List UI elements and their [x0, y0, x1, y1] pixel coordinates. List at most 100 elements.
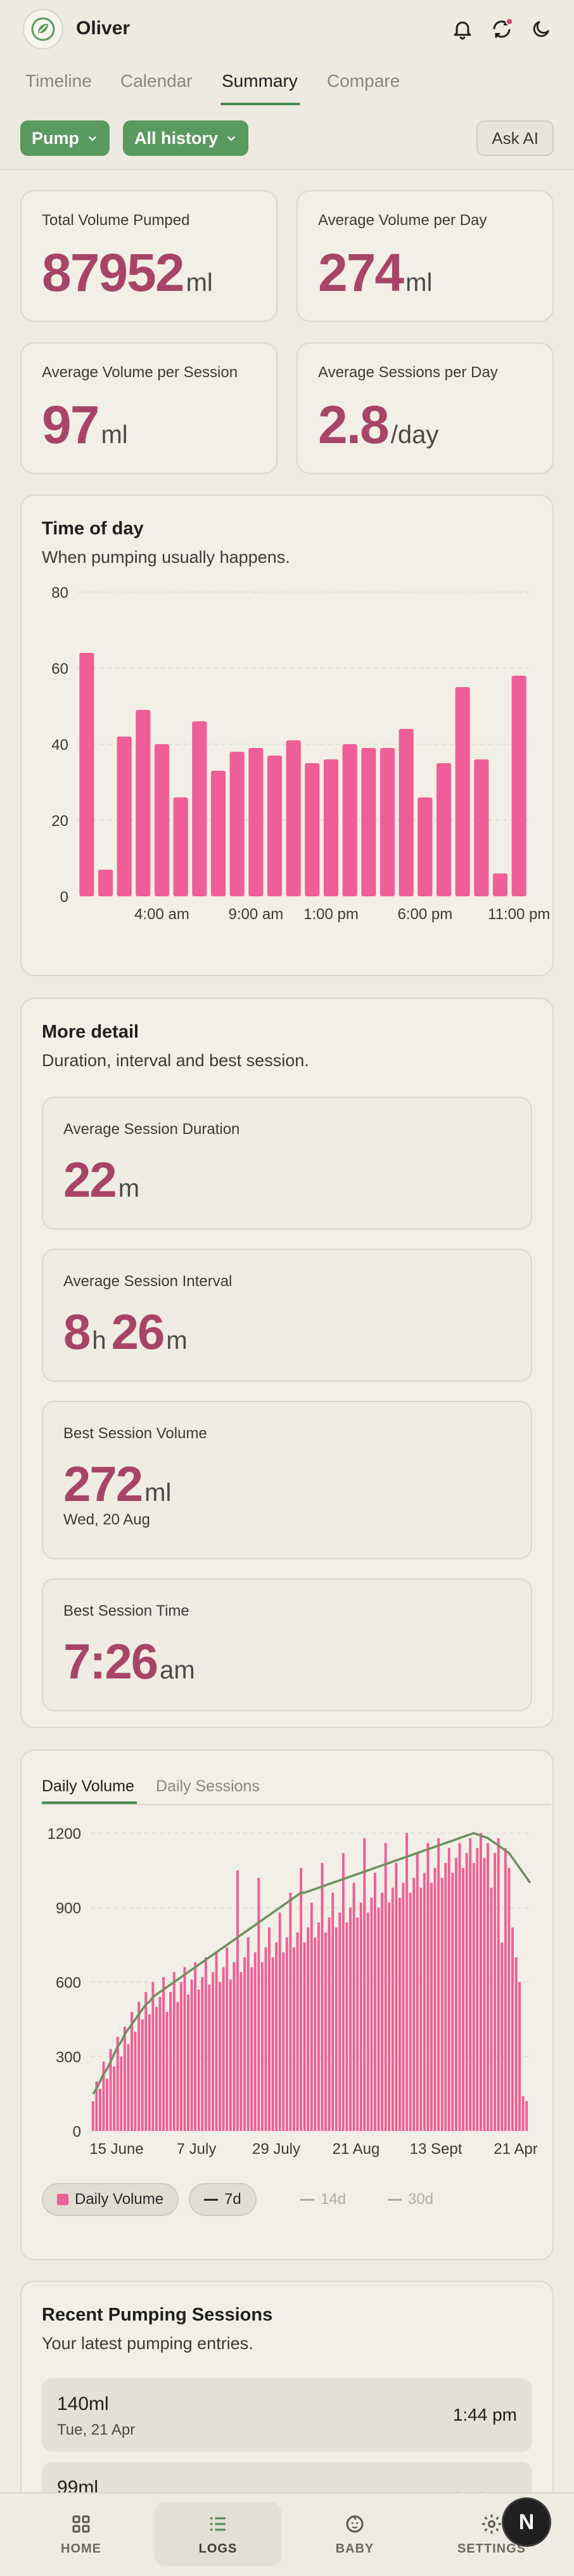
summary-tabs: Timeline Calendar Summary Compare [0, 66, 574, 106]
stat-number: 22 [63, 1152, 117, 1208]
daily-volume-card: Daily Volume Daily Sessions 0 300 600 900 12… [20, 1749, 554, 2260]
x-tick-label: 29 July [252, 2141, 300, 2158]
nav-label: LOGS [198, 2541, 238, 2556]
day-bar [381, 1893, 384, 2131]
y-tick-label: 60 [51, 660, 68, 678]
day-bar [521, 2096, 525, 2131]
hour-bar [210, 771, 226, 896]
day-bar [391, 1888, 394, 2131]
hour-bar [79, 653, 94, 896]
day-bar [331, 1893, 335, 2131]
moon-icon [533, 21, 549, 37]
day-bar [162, 1977, 165, 2131]
day-bar [303, 1942, 306, 2131]
hour-bar [455, 687, 470, 896]
best-time-card: Best Session Time 7:26 am [42, 1578, 532, 1711]
stat-unit: m [166, 1327, 188, 1355]
stat-unit: am [160, 1656, 195, 1684]
x-tick-label: 7 July [177, 2141, 217, 2158]
sync-button[interactable] [487, 14, 517, 44]
day-bar [151, 1982, 155, 2131]
chevron-down-icon [88, 136, 97, 141]
day-bar [447, 1848, 450, 2131]
day-bar [497, 1838, 500, 2131]
day-bar [215, 1952, 218, 2131]
chart-legend: Daily Volume 7d 14d 30d [42, 2183, 551, 2221]
hour-bar [399, 729, 414, 896]
legend-daily-volume[interactable]: Daily Volume [42, 2183, 179, 2216]
ask-ai-button[interactable]: Ask AI [476, 120, 554, 156]
section-subtitle: Your latest pumping entries. [42, 2334, 253, 2353]
stat-label: Best Session Volume [63, 1425, 207, 1442]
tab-summary[interactable]: Summary [222, 71, 298, 91]
tab-daily-volume[interactable]: Daily Volume [42, 1777, 134, 1796]
theme-toggle-button[interactable] [526, 14, 556, 44]
y-tick-label: 0 [73, 2123, 81, 2141]
nav-baby[interactable]: BABY [291, 2502, 418, 2566]
day-bar [98, 2089, 101, 2131]
day-bar [370, 1897, 373, 2131]
grid-icon [72, 2515, 90, 2532]
day-bar [148, 2014, 151, 2131]
day-bar [268, 1927, 271, 2131]
line-swatch [388, 2198, 402, 2201]
legend-7d-average[interactable]: 7d [189, 2183, 257, 2216]
day-bar [511, 1927, 514, 2131]
day-bar [395, 1863, 398, 2131]
day-bar [250, 1967, 253, 2131]
day-bar [131, 2012, 133, 2131]
x-tick-label: 13 Sept [410, 2141, 462, 2158]
app-logo[interactable] [23, 9, 63, 49]
day-bar [246, 1937, 250, 2131]
hour-bar [248, 748, 264, 896]
nav-label: BABY [335, 2541, 374, 2556]
day-bar [253, 1952, 257, 2131]
day-bar [440, 1877, 443, 2131]
sessions-per-day-card: Average Sessions per Day 2.8/day [297, 342, 554, 474]
stat-value: 7:26 am [63, 1633, 195, 1690]
day-bar [296, 1932, 299, 2131]
hour-bar [511, 676, 526, 896]
sync-badge [506, 18, 513, 25]
type-filter-dropdown[interactable]: Pump [20, 120, 110, 156]
day-bar [476, 1848, 479, 2131]
tab-calendar[interactable]: Calendar [120, 71, 193, 91]
stat-label: Average Session Duration [63, 1121, 240, 1138]
legend-label: Daily Volume [75, 2191, 164, 2208]
day-bar [419, 1888, 423, 2131]
day-bar [278, 1912, 281, 2131]
list-icon [210, 2516, 226, 2531]
notifications-button[interactable] [447, 14, 478, 44]
day-bar [352, 1883, 355, 2131]
legend-30d-average[interactable]: 30d [374, 2183, 447, 2216]
day-bar [176, 2002, 179, 2131]
hour-bar [192, 721, 207, 896]
legend-14d-average[interactable]: 14d [286, 2183, 360, 2216]
tab-timeline[interactable]: Timeline [25, 71, 92, 91]
hour-bar [267, 756, 283, 896]
y-tick-label: 40 [51, 737, 68, 754]
day-bar [507, 1867, 511, 2131]
pink-swatch [57, 2194, 68, 2205]
day-bar [356, 1917, 359, 2131]
day-bar [260, 1962, 264, 2131]
active-tab-indicator [220, 103, 300, 105]
hour-bar [173, 797, 188, 896]
session-row[interactable]: 140ml Tue, 21 Apr 1:44 pm [42, 2378, 532, 2452]
range-filter-dropdown[interactable]: All history [123, 120, 249, 156]
best-volume-card: Best Session Volume 272 ml Wed, 20 Aug [42, 1401, 532, 1559]
x-tick-label: 21 Aug [333, 2141, 380, 2158]
day-bar [416, 1853, 419, 2131]
stat-number: 272 [63, 1456, 143, 1512]
tab-compare[interactable]: Compare [327, 71, 400, 91]
stat-value: 272 ml [63, 1455, 171, 1513]
top-bar: Oliver Timeline Calendar Summary Compare… [0, 0, 574, 170]
floating-action-button[interactable]: N [502, 2497, 551, 2547]
day-bar [454, 1858, 457, 2131]
nav-logs[interactable]: LOGS [155, 2502, 281, 2566]
stat-value: 22 m [63, 1151, 139, 1209]
best-volume-date: Wed, 20 Aug [63, 1511, 150, 1528]
tab-daily-sessions[interactable]: Daily Sessions [156, 1777, 260, 1796]
stat-number: 97 [42, 395, 99, 454]
nav-home[interactable]: HOME [18, 2502, 144, 2566]
